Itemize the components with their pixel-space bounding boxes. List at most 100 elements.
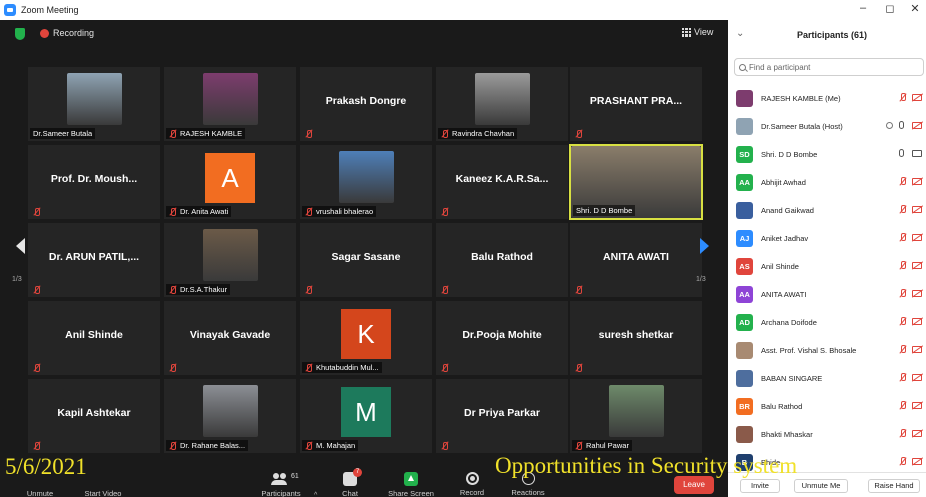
microphone-muted-icon: [899, 429, 907, 438]
video-tile[interactable]: K Khutabuddin Mul...: [300, 301, 432, 375]
tile-nameplate: [30, 440, 44, 451]
participant-row[interactable]: Bhakti Mhaskar: [728, 420, 926, 448]
participant-video-image: [203, 229, 258, 281]
tile-nameplate: [438, 206, 452, 217]
chevron-left-icon: [16, 238, 25, 254]
minimize-icon[interactable]: –: [856, 2, 870, 14]
video-tile[interactable]: PRASHANT PRA...: [570, 67, 702, 141]
video-tile[interactable]: suresh shetkar: [570, 301, 702, 375]
video-tile[interactable]: A Dr. Anita Awati: [164, 145, 296, 219]
chat-icon: 7: [343, 468, 362, 486]
participant-display-name: Dr. ARUN PATIL,...: [48, 251, 140, 263]
tile-nameplate: [30, 206, 44, 217]
video-tile[interactable]: Dr. ARUN PATIL,...: [28, 223, 160, 297]
unmute-me-button[interactable]: Unmute Me: [794, 479, 848, 493]
video-tile[interactable]: Prof. Dr. Moush...: [28, 145, 160, 219]
microphone-muted-icon: [169, 285, 177, 294]
microphone-muted-icon: [899, 457, 907, 466]
tile-name-label: Dr. Anita Awati: [180, 207, 229, 216]
participant-row[interactable]: AJ Aniket Jadhav: [728, 224, 926, 252]
next-page-button[interactable]: 1/3: [696, 220, 716, 283]
video-tile[interactable]: Dr Priya Parkar: [436, 379, 568, 453]
video-camera-off-icon: [912, 458, 922, 465]
participant-list: RAJESH KAMBLE (Me) Dr.Sameer Butala (Host…: [728, 84, 926, 476]
video-tile[interactable]: ANITA AWATI: [570, 223, 702, 297]
video-tile[interactable]: Dr. Rahane Balas...: [164, 379, 296, 453]
invite-button[interactable]: Invite: [740, 479, 780, 493]
video-camera-off-icon: [93, 472, 113, 486]
participant-row[interactable]: Asst. Prof. Vishal S. Bhosale: [728, 336, 926, 364]
participant-display-name: Dr Priya Parkar: [464, 407, 540, 419]
tile-nameplate: [302, 284, 316, 295]
tile-nameplate: Shri. D D Bombe: [573, 205, 636, 216]
participant-name: RAJESH KAMBLE (Me): [761, 93, 841, 103]
video-tile[interactable]: Dr.Pooja Mohite: [436, 301, 568, 375]
video-tile[interactable]: vrushali bhalerao: [300, 145, 432, 219]
view-button[interactable]: View: [682, 27, 713, 37]
chat-button[interactable]: 7 Chat: [335, 468, 365, 497]
microphone-muted-icon: [169, 129, 177, 138]
raise-hand-button[interactable]: Raise Hand: [868, 479, 920, 493]
participant-row[interactable]: RAJESH KAMBLE (Me): [728, 84, 926, 112]
participant-row[interactable]: BABAN SINGARE: [728, 364, 926, 392]
video-camera-off-icon: [912, 206, 922, 213]
participant-row[interactable]: Dr.Sameer Butala (Host): [728, 112, 926, 140]
search-icon: [739, 63, 746, 71]
tile-nameplate: vrushali bhalerao: [302, 206, 377, 217]
participant-row[interactable]: AD Archana Doifode: [728, 308, 926, 336]
tile-nameplate: Ravindra Chavhan: [438, 128, 518, 139]
avatar: [736, 425, 753, 443]
tile-nameplate: [166, 362, 180, 373]
video-tile[interactable]: Dr.Sameer Butala: [28, 67, 160, 141]
participants-icon: 61: [271, 472, 299, 486]
participant-row[interactable]: BR Balu Rathod: [728, 392, 926, 420]
host-options-icon[interactable]: [886, 122, 893, 129]
microphone-muted-icon: [441, 363, 449, 372]
video-tile[interactable]: M M. Mahajan: [300, 379, 432, 453]
tile-nameplate: Dr. Anita Awati: [166, 206, 232, 217]
microphone-muted-icon: [441, 207, 449, 216]
video-tile[interactable]: Kaneez K.A.R.Sa...: [436, 145, 568, 219]
participants-button[interactable]: 61 Participants: [255, 472, 307, 497]
video-camera-off-icon: [912, 374, 922, 381]
video-tile[interactable]: Kapil Ashtekar: [28, 379, 160, 453]
video-tile[interactable]: Sagar Sasane: [300, 223, 432, 297]
participant-search-input[interactable]: [749, 62, 909, 72]
video-tile[interactable]: RAJESH KAMBLE: [164, 67, 296, 141]
maximize-icon[interactable]: ◻: [883, 2, 897, 15]
participant-row[interactable]: SD Shri. D D Bombe: [728, 140, 926, 168]
participant-search[interactable]: [734, 58, 924, 76]
participants-count: 61: [291, 473, 299, 480]
microphone-muted-icon: [441, 285, 449, 294]
tile-nameplate: [572, 284, 586, 295]
participant-row[interactable]: Anand Gaikwad: [728, 196, 926, 224]
tile-nameplate: Dr.Sameer Butala: [30, 128, 96, 139]
video-tile[interactable]: Balu Rathod: [436, 223, 568, 297]
participant-display-name: Prakash Dongre: [325, 95, 407, 107]
video-tile[interactable]: Anil Shinde: [28, 301, 160, 375]
participant-row[interactable]: AS Anil Shinde: [728, 252, 926, 280]
security-shield-icon[interactable]: [15, 28, 25, 40]
microphone-muted-icon: [33, 207, 41, 216]
microphone-muted-icon: [899, 205, 907, 214]
meeting-top-bar: Recording View: [0, 20, 728, 48]
video-tile[interactable]: Dr.S.A.Thakur: [164, 223, 296, 297]
avatar: AS: [736, 257, 753, 275]
participant-initial-avatar: M: [341, 387, 391, 437]
participants-caret-icon[interactable]: ^: [314, 492, 317, 497]
microphone-icon: [899, 121, 904, 129]
tile-nameplate: [30, 284, 44, 295]
close-icon[interactable]: ✕: [908, 2, 922, 15]
participant-row[interactable]: AA ANITA AWATI: [728, 280, 926, 308]
video-tile[interactable]: Prakash Dongre: [300, 67, 432, 141]
video-tile[interactable]: Shri. D D Bombe: [569, 144, 703, 220]
record-icon: [465, 472, 479, 485]
participant-display-name: Anil Shinde: [65, 329, 123, 341]
view-label: View: [694, 27, 714, 37]
video-tile[interactable]: Rahul Pawar: [570, 379, 702, 453]
record-button[interactable]: Record: [456, 472, 488, 497]
participant-row[interactable]: AA Abhijit Awhad: [728, 168, 926, 196]
share-screen-button[interactable]: Share Screen: [386, 472, 436, 497]
video-tile[interactable]: Vinayak Gavade: [164, 301, 296, 375]
video-tile[interactable]: Ravindra Chavhan: [436, 67, 568, 141]
